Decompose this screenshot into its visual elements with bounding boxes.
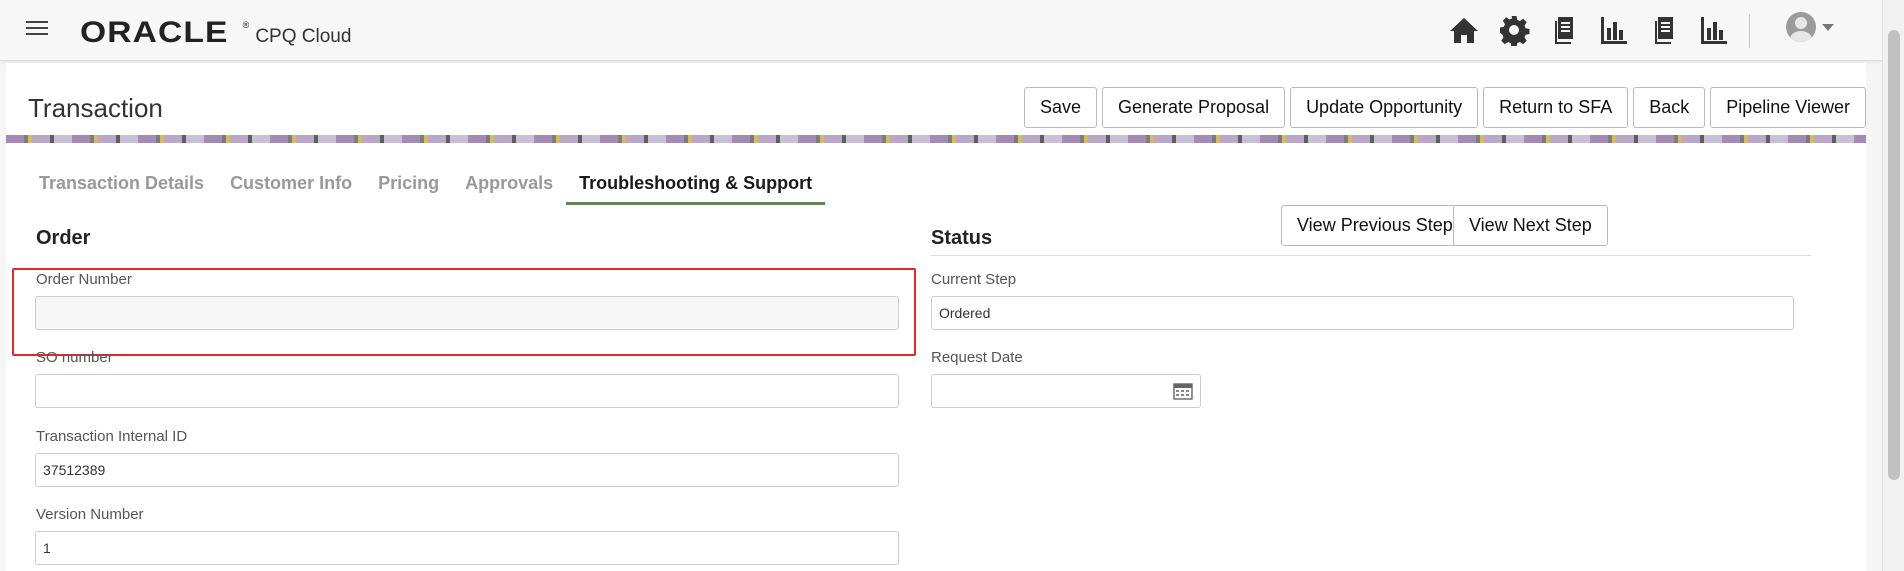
status-divider xyxy=(931,255,1811,256)
transaction-page: Transaction Save Generate Proposal Updat… xyxy=(6,63,1866,571)
update-opportunity-button[interactable]: Update Opportunity xyxy=(1290,87,1479,128)
logo-brand: ORACLE xyxy=(80,16,229,49)
action-button-bar: Save Generate Proposal Update Opportunit… xyxy=(1023,87,1866,128)
generate-proposal-button[interactable]: Generate Proposal xyxy=(1101,87,1286,128)
logo-registered-mark: ® xyxy=(242,20,250,30)
request-date-input[interactable] xyxy=(931,374,1201,408)
view-previous-step-button[interactable]: View Previous Step xyxy=(1281,205,1469,246)
header-divider xyxy=(1749,14,1750,48)
version-number-label: Version Number xyxy=(36,506,144,523)
version-number-input[interactable]: 1 xyxy=(35,531,899,565)
tab-bar: Transaction Details Customer Info Pricin… xyxy=(26,166,826,205)
oracle-logo[interactable]: ORACLE ® CPQ Cloud xyxy=(80,16,351,50)
order-number-input[interactable] xyxy=(35,296,899,330)
tab-transaction-details[interactable]: Transaction Details xyxy=(26,166,217,205)
view-next-step-button[interactable]: View Next Step xyxy=(1453,205,1608,246)
menu-icon[interactable] xyxy=(26,21,48,37)
tab-approvals[interactable]: Approvals xyxy=(452,166,566,205)
bar-chart-icon[interactable] xyxy=(1696,12,1732,48)
back-button[interactable]: Back xyxy=(1633,87,1706,128)
documents-icon[interactable] xyxy=(1546,12,1582,48)
calendar-icon[interactable] xyxy=(1173,382,1193,400)
scrollbar-thumb[interactable] xyxy=(1888,30,1900,480)
tab-customer-info[interactable]: Customer Info xyxy=(217,166,365,205)
pipeline-viewer-button[interactable]: Pipeline Viewer xyxy=(1710,87,1866,128)
so-number-label: SO number xyxy=(36,349,113,366)
gear-icon[interactable] xyxy=(1496,12,1532,48)
current-step-input[interactable]: Ordered xyxy=(931,296,1794,330)
decorative-banner xyxy=(6,135,1866,143)
page-title: Transaction xyxy=(28,93,163,123)
return-to-sfa-button[interactable]: Return to SFA xyxy=(1483,87,1629,128)
header-icon-group xyxy=(1446,12,1732,48)
so-number-input[interactable] xyxy=(35,374,899,408)
status-section-title: Status xyxy=(931,227,993,249)
order-number-label: Order Number xyxy=(36,271,132,288)
tab-troubleshooting-support[interactable]: Troubleshooting & Support xyxy=(566,166,826,205)
transaction-internal-id-label: Transaction Internal ID xyxy=(36,428,188,445)
avatar-icon xyxy=(1786,12,1816,42)
current-step-label: Current Step xyxy=(931,271,1017,288)
caret-down-icon xyxy=(1822,23,1834,31)
home-icon[interactable] xyxy=(1446,12,1482,48)
order-section-title: Order xyxy=(36,227,91,249)
bar-chart-icon[interactable] xyxy=(1596,12,1632,48)
vertical-scrollbar[interactable] xyxy=(1882,0,1904,571)
user-menu[interactable] xyxy=(1786,12,1834,42)
logo-product-name: CPQ Cloud xyxy=(255,26,352,47)
transaction-internal-id-input[interactable]: 37512389 xyxy=(35,453,899,487)
top-navigation-bar: ORACLE ® CPQ Cloud xyxy=(0,0,1882,61)
documents-icon[interactable] xyxy=(1646,12,1682,48)
request-date-label: Request Date xyxy=(931,349,1023,366)
save-button[interactable]: Save xyxy=(1023,87,1097,128)
tab-pricing[interactable]: Pricing xyxy=(365,166,452,205)
